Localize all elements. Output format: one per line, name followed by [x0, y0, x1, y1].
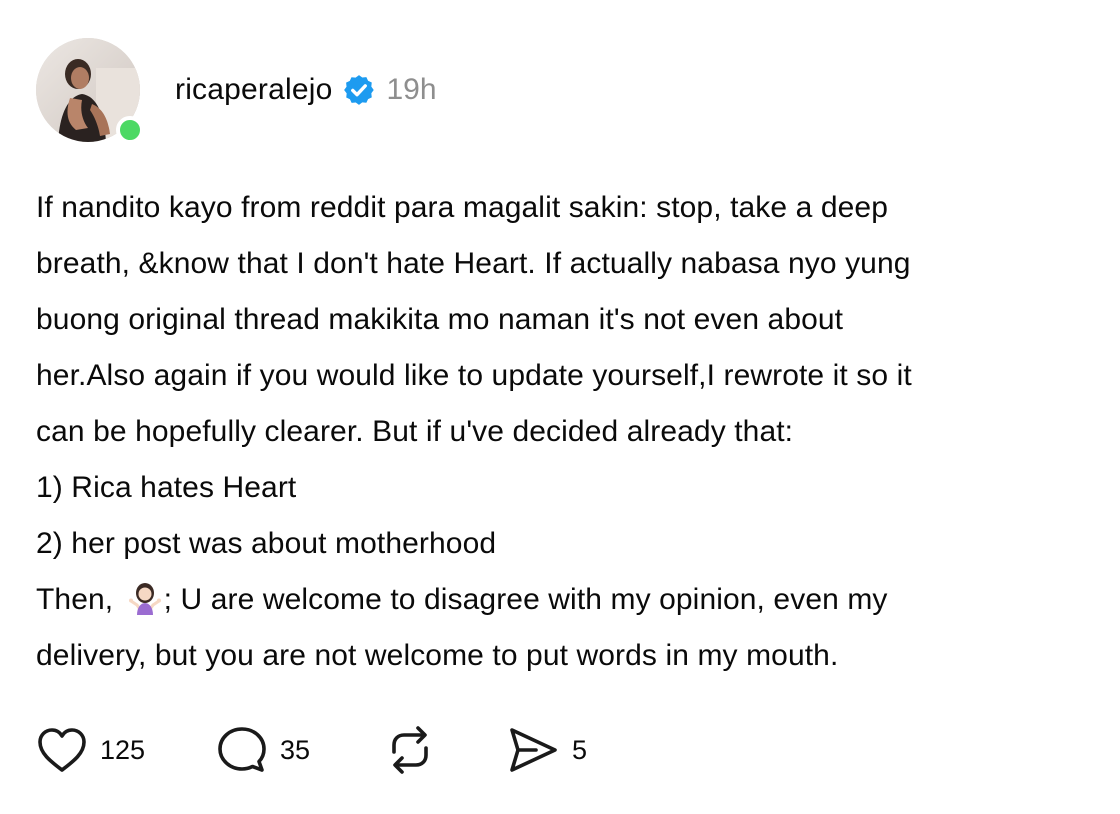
share-count: 5	[572, 735, 588, 765]
post-text-line: buong original thread makikita mo naman …	[36, 303, 844, 336]
then-text-rest: ; U are welcome to disagree with my opin…	[163, 583, 888, 616]
online-status-dot	[116, 116, 144, 144]
reply-count: 35	[280, 735, 311, 765]
post-timestamp: 19h	[386, 73, 437, 106]
comment-bubble-icon	[218, 727, 266, 772]
then-text: Then,	[36, 583, 122, 616]
like-count: 125	[100, 735, 146, 765]
like-button[interactable]: 125	[36, 722, 145, 778]
verified-badge-icon	[342, 73, 376, 107]
post-text-line: can be hopefully clearer. But if u've de…	[36, 415, 794, 448]
post-text: If nandito kayo from reddit para magalit…	[36, 180, 1096, 684]
post-text-line: delivery, but you are not welcome to put…	[36, 639, 839, 672]
thread-post: ricaperalejo 19h If nandito kayo from re…	[0, 0, 1120, 814]
post-header: ricaperalejo 19h	[175, 68, 437, 112]
post-text-line: 1) Rica hates Heart	[36, 471, 297, 504]
repost-button[interactable]	[384, 722, 436, 778]
post-text-line: breath, &know that I don't hate Heart. I…	[36, 247, 911, 280]
username[interactable]: ricaperalejo	[175, 68, 332, 112]
heart-icon	[38, 728, 86, 772]
send-icon	[510, 728, 557, 772]
repost-icon	[392, 726, 428, 774]
person-shrugging-emoji-icon	[128, 578, 162, 615]
post-text-line-with-emoji: Then, ; U are welcome to disagree with m…	[36, 572, 1096, 628]
avatar-container[interactable]	[36, 38, 144, 144]
share-button[interactable]: 5	[506, 722, 587, 778]
post-text-line: If nandito kayo from reddit para magalit…	[36, 191, 888, 224]
post-text-line: her.Also again if you would like to upda…	[36, 359, 912, 392]
post-text-line: 2) her post was about motherhood	[36, 527, 497, 560]
reply-button[interactable]: 35	[216, 722, 310, 778]
